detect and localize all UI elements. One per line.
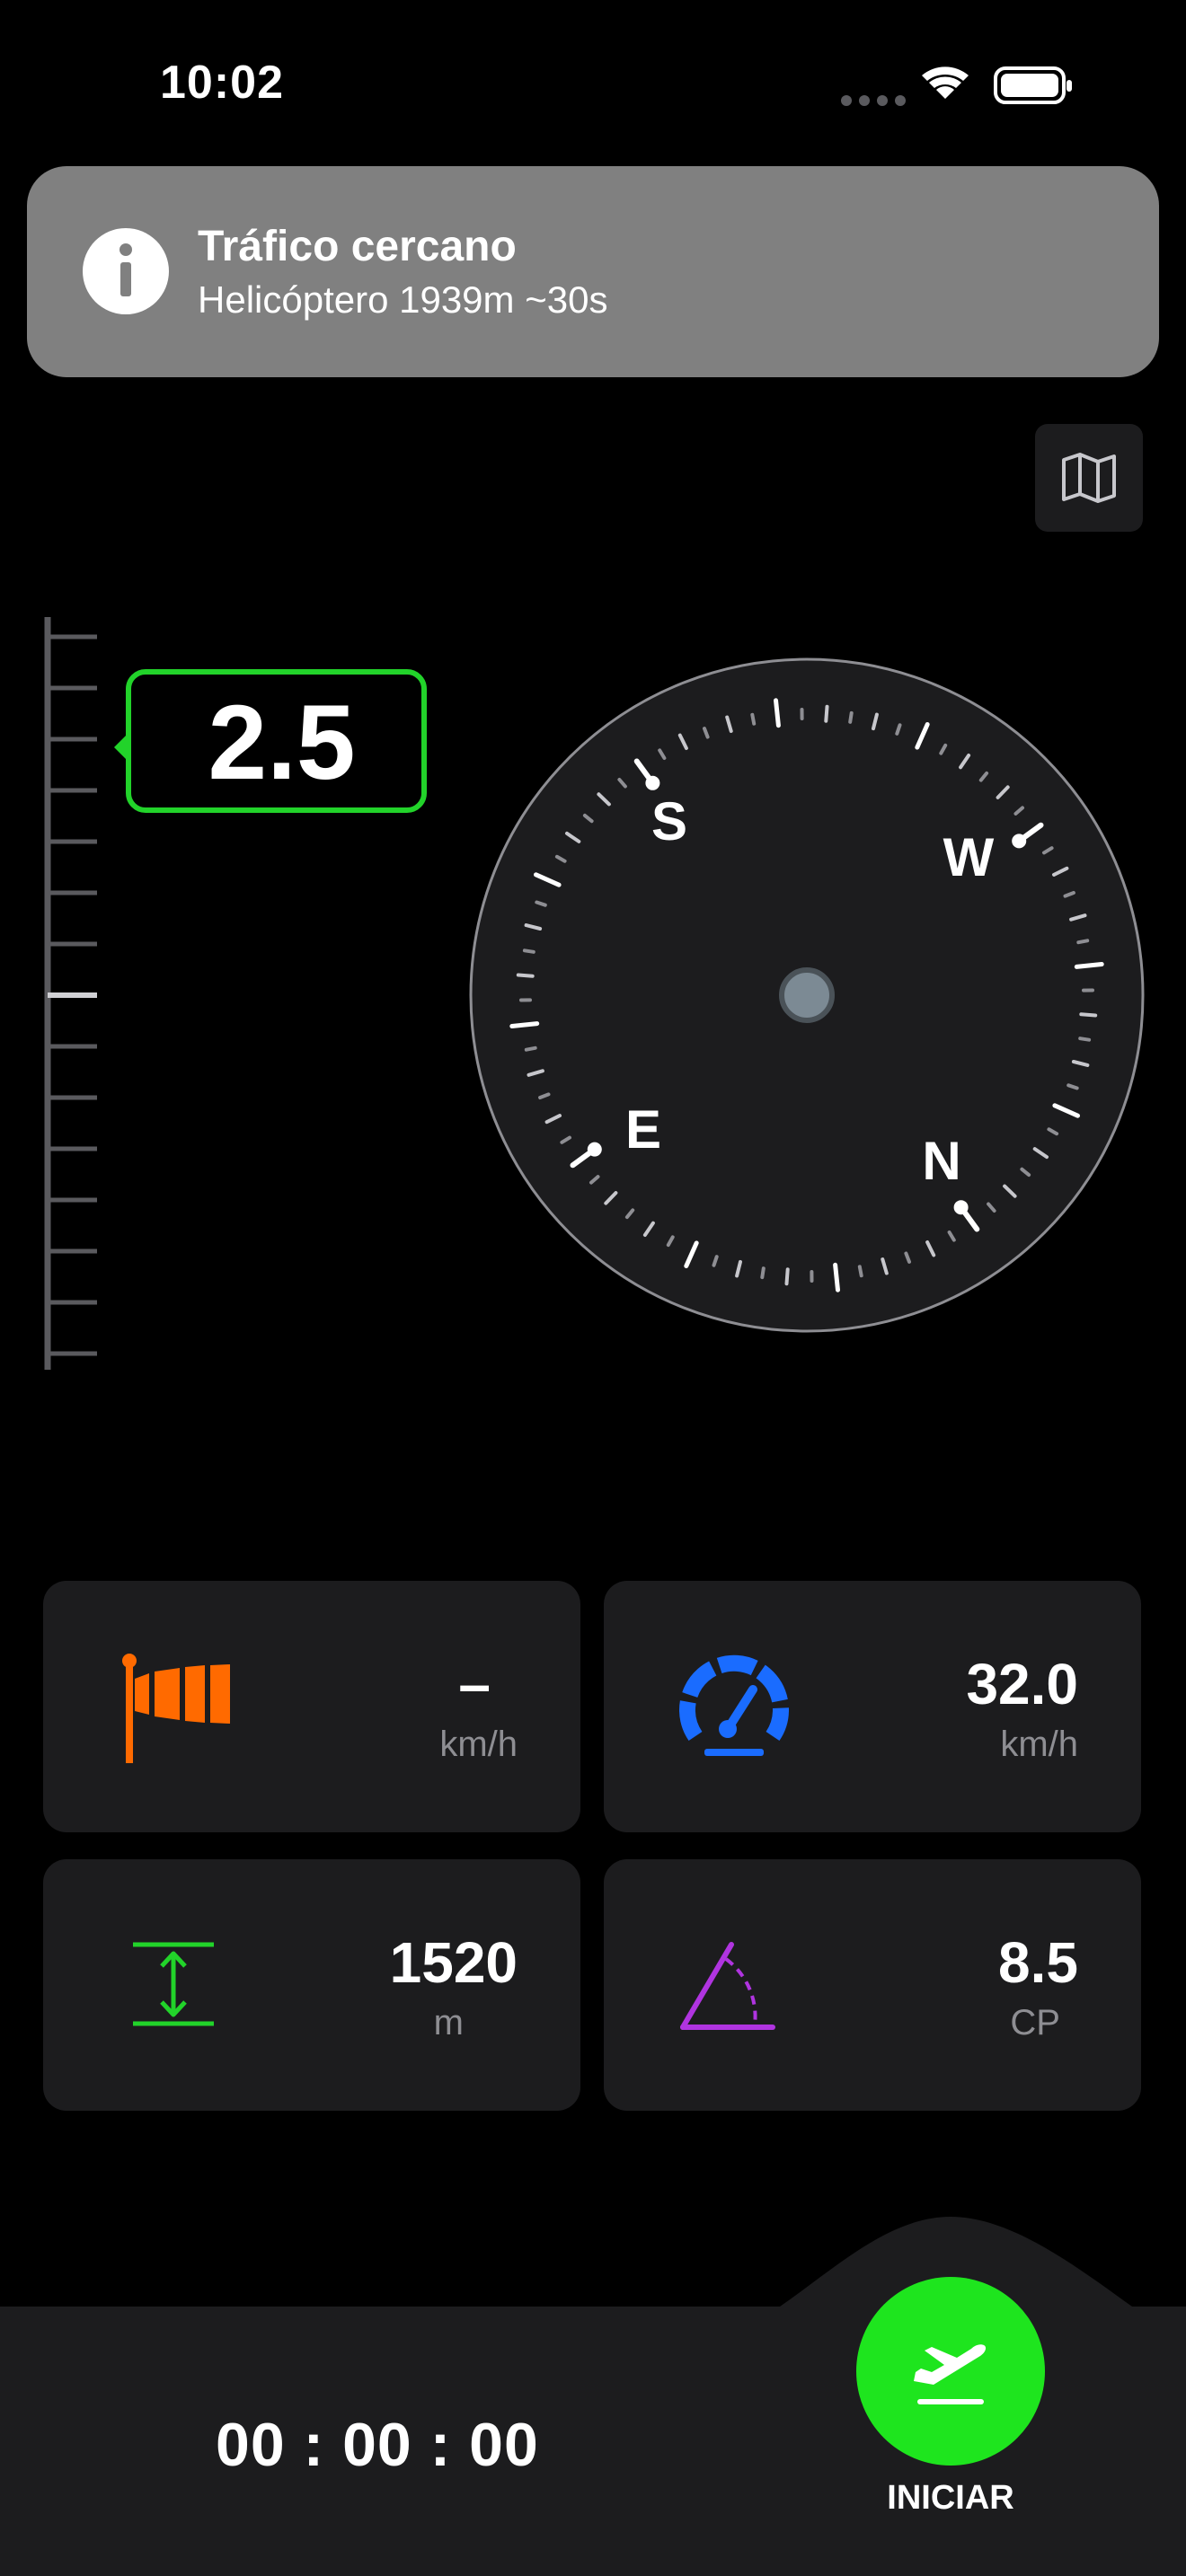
vario-indicator: 2.5 bbox=[114, 669, 427, 813]
wind-speed-unit: km/h bbox=[439, 1725, 518, 1764]
compass-cardinal-dot bbox=[645, 775, 660, 790]
ground-speed-unit: km/h bbox=[1000, 1725, 1078, 1764]
compass-tick bbox=[1078, 1037, 1092, 1042]
windsock-icon bbox=[115, 1648, 232, 1765]
battery-icon bbox=[994, 66, 1072, 104]
compass-tick bbox=[522, 948, 535, 954]
vario-value: 2.5 bbox=[208, 684, 356, 802]
compass-tick bbox=[1074, 962, 1104, 969]
compass-tick bbox=[784, 1267, 790, 1286]
compass: S W E N bbox=[467, 656, 1146, 1335]
map-button[interactable] bbox=[1035, 424, 1143, 532]
wind-speed-value: – bbox=[458, 1652, 491, 1716]
ground-speed-value: 32.0 bbox=[966, 1652, 1078, 1716]
start-flight-button[interactable] bbox=[856, 2277, 1045, 2466]
compass-cardinal-dot bbox=[587, 1142, 602, 1157]
compass-tick bbox=[857, 1265, 863, 1278]
takeoff-icon bbox=[914, 2344, 987, 2404]
compass-cardinal-dot bbox=[953, 1200, 969, 1215]
status-time: 10:02 bbox=[160, 57, 284, 109]
vertical-arrows-icon bbox=[115, 1927, 232, 2043]
altitude-value: 1520 bbox=[389, 1930, 518, 1995]
flight-timer: 00 : 00 : 00 bbox=[216, 2411, 539, 2479]
notification-title: Tráfico cercano bbox=[198, 223, 517, 270]
compass-tick bbox=[848, 710, 854, 724]
altitude-card[interactable]: 1520 m bbox=[43, 1859, 580, 2111]
compass-south-label: S bbox=[651, 791, 687, 851]
compass-cardinal-dot bbox=[1012, 834, 1027, 849]
compass-tick bbox=[774, 698, 781, 728]
compass-tick bbox=[516, 973, 535, 978]
start-flight-label: INICIAR bbox=[887, 2479, 1014, 2517]
signal-dots-icon bbox=[841, 95, 906, 106]
compass-north-label: N bbox=[922, 1131, 960, 1191]
wind-speed-card[interactable]: – km/h bbox=[43, 1581, 580, 1832]
vario-tape bbox=[36, 615, 117, 1379]
bottom-bar: 00 : 00 : 00 INICIAR bbox=[0, 2214, 1186, 2576]
compass-tick bbox=[1076, 939, 1090, 945]
speedometer-icon bbox=[676, 1648, 792, 1765]
angle-icon bbox=[676, 1927, 792, 2043]
map-icon bbox=[1062, 453, 1116, 503]
traffic-notification[interactable]: Tráfico cercano Helicóptero 1939m ~30s bbox=[27, 166, 1159, 377]
compass-tick bbox=[750, 712, 757, 726]
compass-center-dot bbox=[779, 967, 835, 1023]
glide-ratio-value: 8.5 bbox=[998, 1930, 1078, 1995]
info-icon bbox=[81, 226, 171, 316]
compass-tick bbox=[760, 1266, 766, 1280]
compass-tick bbox=[1079, 1012, 1098, 1018]
notification-subtitle: Helicóptero 1939m ~30s bbox=[198, 278, 608, 321]
compass-tick bbox=[524, 1045, 537, 1052]
glide-ratio-unit: CP bbox=[1010, 2003, 1060, 2042]
ground-speed-card[interactable]: 32.0 km/h bbox=[604, 1581, 1141, 1832]
status-icons bbox=[836, 63, 1078, 108]
compass-west-label: W bbox=[943, 827, 995, 887]
altitude-unit: m bbox=[433, 2003, 464, 2042]
glide-ratio-card[interactable]: 8.5 CP bbox=[604, 1859, 1141, 2111]
compass-east-label: E bbox=[625, 1099, 661, 1160]
compass-tick bbox=[824, 704, 829, 723]
wifi-icon bbox=[922, 66, 969, 99]
compass-tick bbox=[833, 1262, 840, 1292]
compass-tick bbox=[509, 1021, 540, 1028]
